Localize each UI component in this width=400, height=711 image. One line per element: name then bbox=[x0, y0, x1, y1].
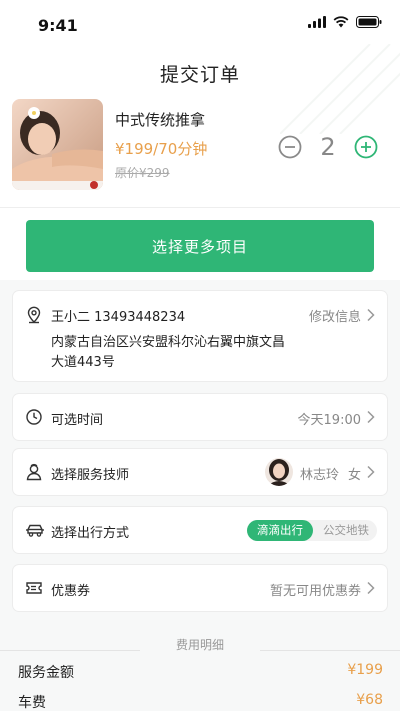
transport-toggle: 滴滴出行 公交地铁 bbox=[247, 520, 377, 541]
contact-name-phone: 王小二 13493448234 bbox=[51, 310, 186, 325]
address-line-1: 内蒙古自治区兴安盟科尔沁右翼中旗文昌 bbox=[51, 335, 286, 350]
fee-label: 车费 bbox=[18, 695, 46, 711]
fee-label: 服务金额 bbox=[18, 665, 74, 681]
car-icon bbox=[26, 524, 44, 537]
signal-icon bbox=[308, 16, 326, 28]
clock-icon bbox=[26, 409, 42, 425]
time-slot-label: 可选时间 bbox=[51, 413, 104, 428]
product-name: 中式传统推拿 bbox=[115, 111, 206, 129]
coupon-icon bbox=[26, 582, 42, 594]
transport-option-transit[interactable]: 公交地铁 bbox=[317, 520, 375, 541]
chevron-right-icon bbox=[367, 465, 375, 479]
transport-label: 选择出行方式 bbox=[51, 526, 130, 541]
technician-avatar bbox=[265, 458, 293, 486]
technician-row[interactable]: 选择服务技师 林志玲 女 bbox=[13, 449, 387, 495]
transport-option-didi[interactable]: 滴滴出行 bbox=[247, 520, 313, 541]
product-card: 中式传统推拿 ¥199/70分钟 原价¥299 2 bbox=[12, 99, 388, 191]
status-time: 9:41 bbox=[38, 16, 78, 35]
quantity-stepper: 2 bbox=[278, 133, 378, 161]
coupon-label: 优惠券 bbox=[51, 584, 91, 599]
fee-value: ¥68 bbox=[356, 692, 383, 708]
technician-label: 选择服务技师 bbox=[51, 468, 130, 483]
plus-icon[interactable] bbox=[354, 135, 378, 159]
coupon-value: 暂无可用优惠券 bbox=[269, 584, 361, 599]
page-title: 提交订单 bbox=[159, 64, 240, 86]
address-line-2: 大道443号 bbox=[51, 355, 115, 370]
battery-icon bbox=[356, 16, 382, 28]
fee-row-service: 服务金额 ¥199 bbox=[0, 660, 400, 690]
quantity-value: 2 bbox=[320, 133, 336, 161]
technician-gender: 女 bbox=[347, 468, 361, 483]
location-icon bbox=[27, 306, 41, 324]
chevron-right-icon bbox=[367, 308, 375, 322]
wifi-icon bbox=[333, 16, 349, 28]
coupon-row[interactable]: 优惠券 暂无可用优惠券 bbox=[13, 565, 387, 611]
product-price: ¥199/70分钟 bbox=[115, 140, 208, 158]
technician-icon bbox=[26, 463, 42, 481]
edit-info-link[interactable]: 修改信息 bbox=[309, 306, 361, 325]
technician-name: 林志玲 bbox=[299, 468, 339, 483]
fee-value: ¥199 bbox=[347, 662, 383, 678]
minus-icon[interactable] bbox=[278, 135, 302, 159]
more-items-button[interactable]: 选择更多项目 bbox=[26, 220, 374, 272]
fee-details-title: 费用明细 bbox=[175, 638, 224, 652]
status-icons bbox=[308, 16, 382, 28]
transport-row: 选择出行方式 滴滴出行 公交地铁 bbox=[13, 507, 387, 553]
product-original-price: 原价¥299 bbox=[115, 166, 170, 180]
status-bar: 9:41 bbox=[0, 0, 400, 44]
chevron-right-icon bbox=[367, 581, 375, 595]
address-card[interactable]: 王小二 13493448234 修改信息 内蒙古自治区兴安盟科尔沁右翼中旗文昌 … bbox=[13, 291, 387, 381]
divider bbox=[0, 207, 400, 208]
product-image bbox=[12, 99, 103, 190]
time-slot-row[interactable]: 可选时间 今天19:00 bbox=[13, 394, 387, 440]
chevron-right-icon bbox=[367, 410, 375, 424]
time-slot-value: 今天19:00 bbox=[297, 413, 361, 428]
fee-row-car: 车费 ¥68 bbox=[0, 692, 400, 711]
